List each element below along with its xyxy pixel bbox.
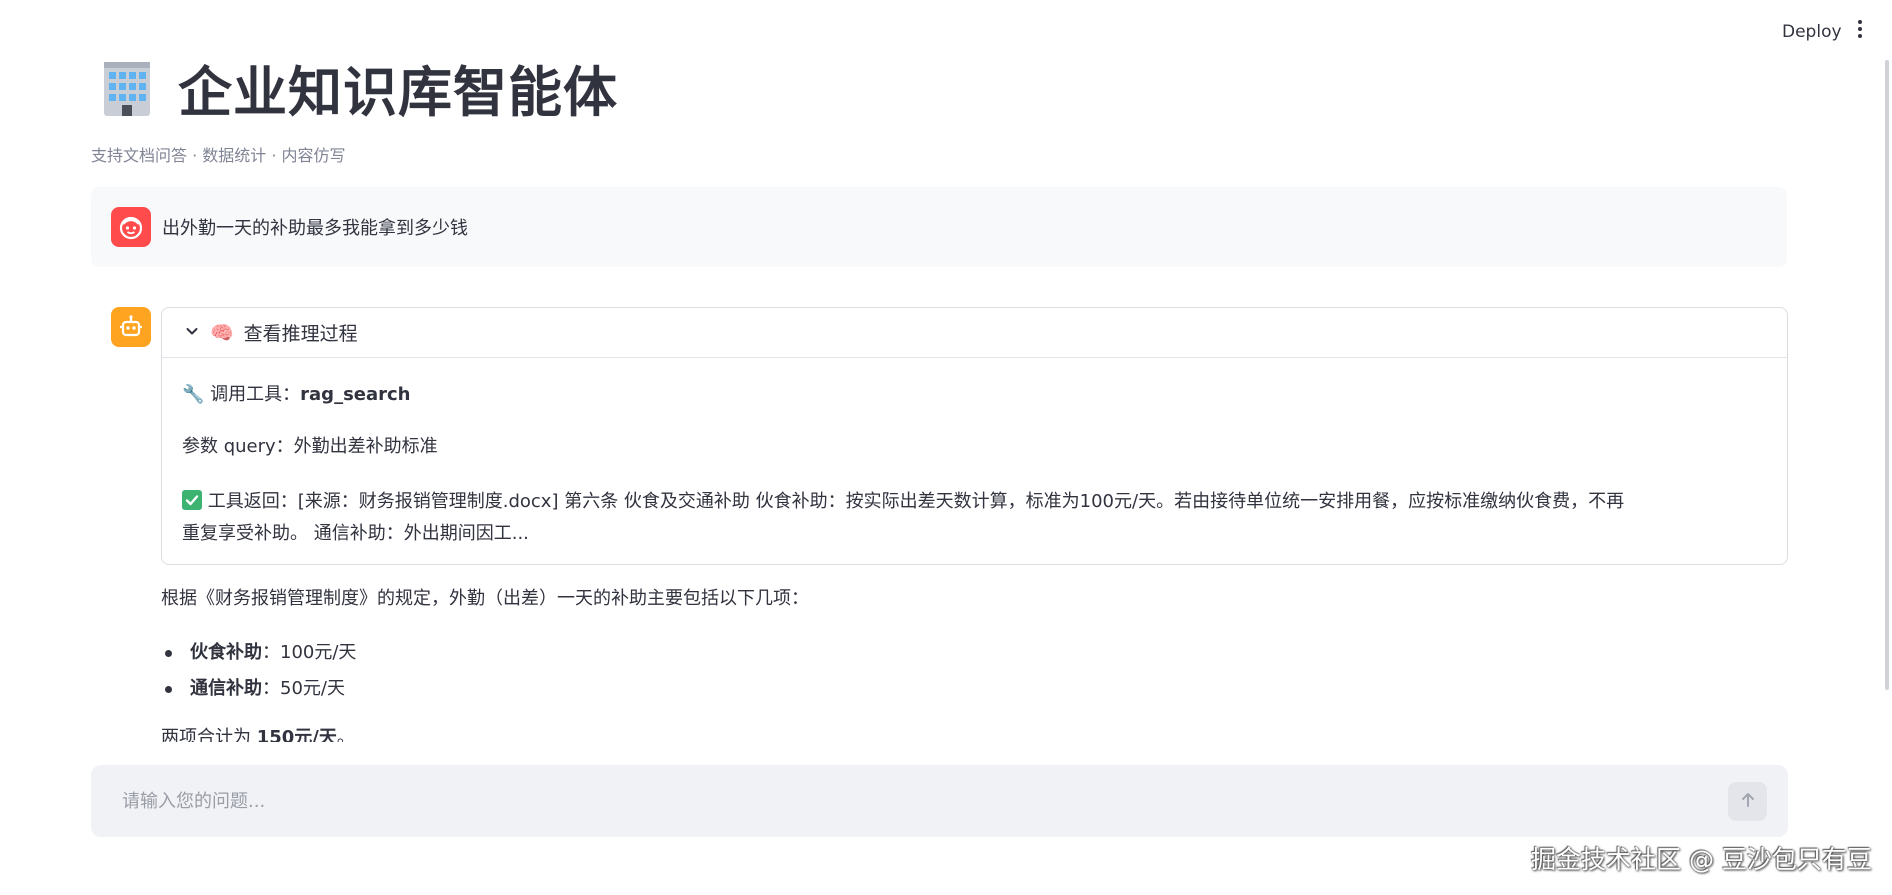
tool-return-prefix: 工具返回： [207,491,298,512]
tool-return-line: 工具返回：[来源：财务报销管理制度.docx] 第六条 伙食及交通补助 伙食补助… [182,486,1767,550]
expander-label: 查看推理过程 [243,323,358,345]
tool-return-text-1: [来源：财务报销管理制度.docx] 第六条 伙食及交通补助 伙食补助：按实际出… [297,491,1625,512]
user-message-text: 出外勤一天的补助最多我能拿到多少钱 [162,218,468,239]
list-item: 伙食补助：100元/天 [161,635,1781,671]
tool-return-text-2: 重复享受补助。 通信补助：外出期间因工... [182,523,529,544]
list-item: 通信补助：50元/天 [161,671,1781,707]
expander-body: 🔧 调用工具：rag_search 参数 query：外勤出差补助标准 工具返回… [162,358,1787,550]
wrench-icon: 🔧 [182,384,205,405]
app-page: Deploy 企业知识库智能体 支持文档问答 · 数据统计 · 内容仿写 出外勤… [0,0,1892,895]
answer-list: 伙食补助：100元/天 通信补助：50元/天 [161,635,1781,707]
item-sep: ： [262,678,280,699]
page-title: 企业知识库智能体 [178,60,618,124]
scrollbar[interactable] [1885,60,1889,690]
page-header: 企业知识库智能体 [98,52,618,124]
more-menu-icon[interactable] [1852,17,1868,41]
arrow-up-icon [1739,791,1757,813]
tool-name: rag_search [300,384,411,405]
send-button[interactable] [1728,782,1767,821]
tool-query-line: 参数 query：外勤出差补助标准 [182,436,438,457]
item-sep: ： [262,642,280,663]
answer-intro: 根据《财务报销管理制度》的规定，外勤（出差）一天的补助主要包括以下几项： [161,588,809,609]
reasoning-expander-toggle[interactable]: 🧠 查看推理过程 [162,308,1787,358]
item-label: 通信补助 [190,678,262,699]
chat-input-container [91,765,1788,837]
item-value: 50元/天 [280,678,345,699]
item-value: 100元/天 [280,642,357,663]
reasoning-expander: 🧠 查看推理过程 🔧 调用工具：rag_search 参数 query：外勤出差… [161,307,1788,565]
page-subtitle: 支持文档问答 · 数据统计 · 内容仿写 [91,146,346,165]
deploy-button[interactable]: Deploy [1774,18,1850,46]
item-label: 伙食补助 [190,642,262,663]
assistant-answer: 根据《财务报销管理制度》的规定，外勤（出差）一天的补助主要包括以下几项： 伙食补… [161,586,1781,751]
tool-call-line: 🔧 调用工具：rag_search [182,382,1767,408]
check-mark-icon [182,490,202,510]
tool-call-prefix: 调用工具： [210,384,301,405]
user-chat-message: 出外勤一天的补助最多我能拿到多少钱 [91,187,1787,267]
user-avatar-icon [111,207,151,247]
office-building-icon [98,58,156,116]
robot-avatar-icon [111,307,151,347]
chevron-down-icon [184,323,200,343]
brain-icon: 🧠 [210,322,234,344]
chat-input[interactable] [91,765,1711,837]
watermark-text: 掘金技术社区 @ 豆沙包只有豆 [1531,845,1872,874]
